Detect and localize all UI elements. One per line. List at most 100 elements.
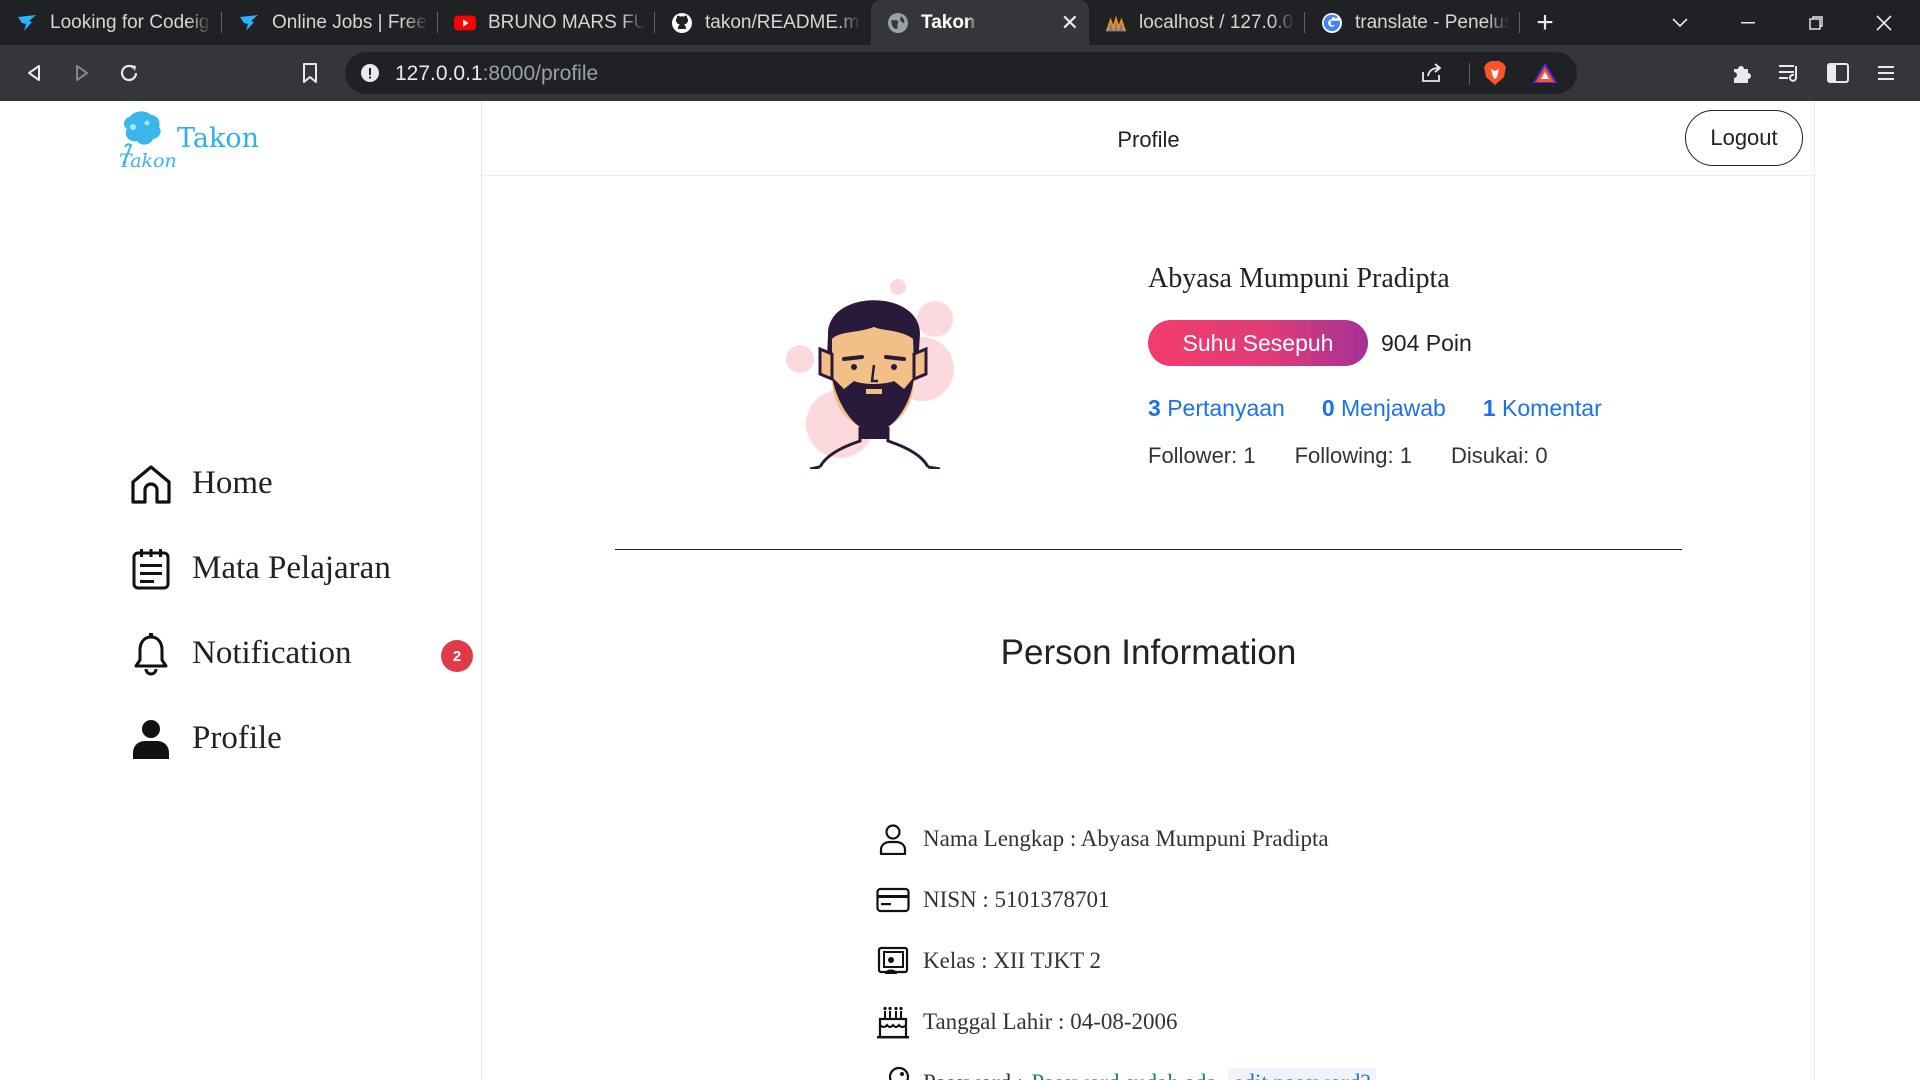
answers-label: Menjawab <box>1341 395 1446 421</box>
extensions-icon[interactable] <box>1728 59 1756 87</box>
url-host: 127.0.0.1 <box>395 62 483 85</box>
logout-button[interactable]: Logout <box>1685 110 1803 166</box>
forward-icon[interactable] <box>68 59 96 87</box>
address-bar[interactable]: 127.0.0.1:8000/profile <box>345 52 1577 94</box>
info-row-nisn: NISN : 5101378701 <box>875 869 1376 930</box>
site-info-icon[interactable] <box>359 62 381 89</box>
browser-tab[interactable]: BRUNO MARS FULL <box>438 0 655 45</box>
notification-count-badge: 2 <box>441 640 473 672</box>
sidebar-item-label: Notification <box>192 635 352 671</box>
comments-label: Komentar <box>1502 395 1602 421</box>
browser-tab[interactable]: Looking for Codeign <box>0 0 222 45</box>
minimize-icon[interactable] <box>1720 0 1776 45</box>
info-row-full-name: Nama Lengkap : Abyasa Mumpuni Pradipta <box>875 808 1376 869</box>
logo-text: Takon <box>177 123 260 154</box>
close-window-icon[interactable] <box>1856 0 1912 45</box>
reload-icon[interactable] <box>115 59 143 87</box>
takon-logo[interactable]: Takon Takon <box>115 109 265 173</box>
new-tab-button[interactable]: + <box>1520 0 1570 45</box>
likes-count: Disukai: 0 <box>1450 443 1548 468</box>
sidebar-item-notification[interactable]: Notification 2 <box>128 611 478 696</box>
follower-count: Follower: 1 <box>1148 443 1256 468</box>
content-border <box>1814 101 1815 1080</box>
info-row-class: Kelas : XII TJKT 2 <box>875 930 1376 991</box>
tab-search-icon[interactable] <box>1652 0 1708 45</box>
person-icon <box>128 716 174 762</box>
browser-tab[interactable]: localhost / 127.0.0.1 <box>1089 0 1305 45</box>
section-divider <box>615 549 1682 550</box>
freelancer-bird-icon <box>16 12 38 34</box>
media-control-icon[interactable] <box>1776 59 1804 87</box>
sidebar: Takon Takon Home Mata Pelajaran Notifica… <box>0 101 482 1080</box>
brave-rewards-icon[interactable] <box>1531 59 1559 87</box>
person-information-title: Person Information <box>1000 633 1297 672</box>
github-icon <box>671 12 693 34</box>
logo-script-text: Takon <box>119 150 175 172</box>
page-header: Profile Logout <box>482 101 1815 176</box>
sidebar-item-home[interactable]: Home <box>128 441 478 526</box>
profile-name: Abyasa Mumpuni Pradipta <box>1148 263 1450 294</box>
sidebar-item-label: Mata Pelajaran <box>192 550 391 586</box>
nisn-text: NISN : 5101378701 <box>923 886 1110 912</box>
browser-toolbar: 127.0.0.1:8000/profile <box>0 45 1920 101</box>
person-information-list: Nama Lengkap : Abyasa Mumpuni Pradipta N… <box>875 808 1376 1080</box>
birthdate-text: Tanggal Lahir : 04-08-2006 <box>923 1008 1178 1034</box>
info-row-birthdate: Tanggal Lahir : 04-08-2006 <box>875 991 1376 1052</box>
birthday-cake-icon <box>875 1004 911 1040</box>
edit-password-link[interactable]: edit password? <box>1228 1067 1376 1080</box>
key-icon <box>875 1065 911 1080</box>
browser-tab[interactable]: takon/README.md <box>655 0 871 45</box>
points-text: 904 Poin <box>1381 330 1472 356</box>
phpmyadmin-icon <box>1105 12 1127 34</box>
browser-tab[interactable]: Online Jobs | Freelan <box>222 0 438 45</box>
brave-shields-icon[interactable] <box>1481 59 1509 87</box>
password-label: Password : <box>923 1070 1023 1080</box>
back-icon[interactable] <box>20 59 48 87</box>
activity-stats: 3 Pertanyaan 0 Menjawab 1 Komentar <box>1148 395 1602 422</box>
close-tab-icon[interactable]: ✕ <box>1061 10 1079 36</box>
sidebar-toggle-icon[interactable] <box>1824 59 1852 87</box>
browser-tab-strip: Looking for Codeign Online Jobs | Freela… <box>0 0 1920 45</box>
sidebar-item-profile[interactable]: Profile <box>128 696 478 781</box>
classroom-icon <box>875 943 911 979</box>
youtube-icon <box>454 12 476 34</box>
comments-count: 1 <box>1482 395 1496 421</box>
class-text: Kelas : XII TJKT 2 <box>923 947 1102 973</box>
bookmark-icon[interactable] <box>296 59 324 87</box>
home-icon <box>128 461 174 507</box>
questions-count: 3 <box>1148 395 1161 421</box>
sidebar-item-label: Profile <box>192 720 282 756</box>
clipboard-list-icon <box>128 546 174 592</box>
page-viewport: Takon Takon Home Mata Pelajaran Notifica… <box>0 101 1920 1080</box>
logo-mark-icon: Takon <box>119 111 175 172</box>
profile-avatar <box>780 269 980 471</box>
following-count: Following: 1 <box>1294 443 1412 468</box>
share-icon[interactable] <box>1418 59 1446 87</box>
bell-icon <box>128 631 174 677</box>
page-title: Profile <box>1117 127 1180 152</box>
password-status-text: Password sudah ada, <box>1031 1070 1222 1080</box>
sidebar-nav: Home Mata Pelajaran Notification 2 Profi… <box>128 441 478 781</box>
omnibox-divider <box>1469 63 1470 85</box>
user-outline-icon <box>875 821 911 857</box>
tab-separator <box>1519 12 1520 33</box>
browser-tab-active[interactable]: Takon ✕ <box>871 0 1089 45</box>
questions-link[interactable]: 3 Pertanyaan <box>1148 395 1285 422</box>
browser-tab[interactable]: translate - Penelusur <box>1305 0 1520 45</box>
url-text: 127.0.0.1:8000/profile <box>395 62 598 86</box>
social-stats: Follower: 1 Following: 1 Disukai: 0 <box>1148 443 1548 469</box>
globe-icon <box>887 12 909 34</box>
full-name-text: Nama Lengkap : Abyasa Mumpuni Pradipta <box>923 825 1329 851</box>
answers-count: 0 <box>1321 395 1335 421</box>
url-path: :8000/profile <box>482 62 599 85</box>
menu-icon[interactable] <box>1872 59 1900 87</box>
questions-label: Pertanyaan <box>1167 395 1285 421</box>
id-card-icon <box>875 882 911 918</box>
sidebar-item-mata-pelajaran[interactable]: Mata Pelajaran <box>128 526 478 611</box>
answers-link[interactable]: 0 Menjawab <box>1322 395 1446 422</box>
rank-badge: Suhu Sesepuh <box>1148 320 1368 366</box>
info-row-password: Password : Password sudah ada, edit pass… <box>875 1052 1376 1080</box>
sidebar-item-label: Home <box>192 465 273 501</box>
restore-icon[interactable] <box>1788 0 1844 45</box>
comments-link[interactable]: 1 Komentar <box>1483 395 1602 422</box>
